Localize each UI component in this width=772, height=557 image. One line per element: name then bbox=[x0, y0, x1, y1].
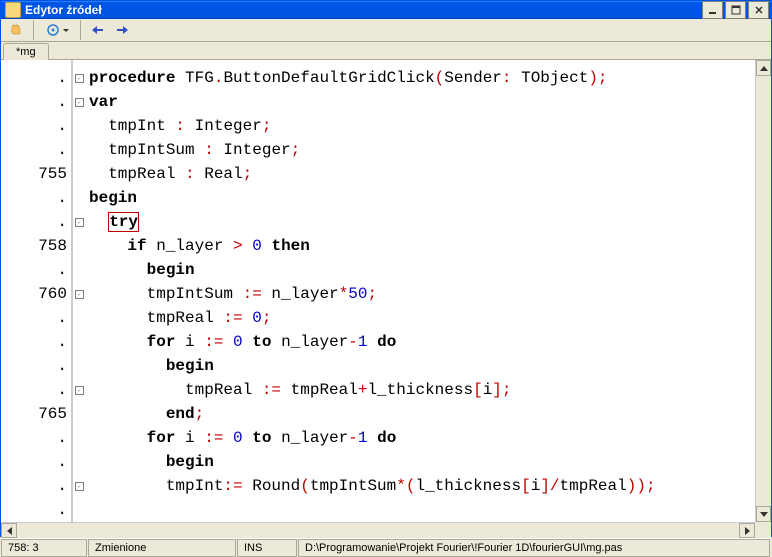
hand-tool-button[interactable] bbox=[5, 19, 27, 41]
code-area[interactable]: procedure TFG.ButtonDefaultGridClick(Sen… bbox=[85, 60, 755, 522]
window-title: Edytor źródeł bbox=[25, 3, 702, 17]
horizontal-scrollbar[interactable] bbox=[1, 522, 755, 538]
file-tab[interactable]: *mg bbox=[3, 43, 49, 60]
tab-bar: *mg bbox=[1, 42, 771, 60]
titlebar: Edytor źródeł bbox=[1, 1, 771, 19]
scroll-right-button[interactable] bbox=[739, 523, 755, 538]
minimize-button[interactable] bbox=[702, 1, 723, 19]
cursor-position: 758: 3 bbox=[1, 539, 87, 557]
toolbar bbox=[1, 19, 771, 42]
insert-mode: INS bbox=[237, 539, 297, 557]
statusbar: 758: 3 Zmienione INS D:\Programowanie\Pr… bbox=[1, 538, 771, 557]
scroll-left-button[interactable] bbox=[1, 523, 17, 538]
maximize-button[interactable] bbox=[725, 1, 746, 19]
bookmark-dropdown-button[interactable] bbox=[40, 19, 74, 41]
line-number-gutter: ....755..758.760....765.... bbox=[1, 60, 73, 522]
scroll-corner bbox=[755, 522, 771, 538]
toolbar-separator bbox=[33, 20, 34, 40]
modified-state: Zmienione bbox=[88, 539, 236, 557]
vertical-scrollbar[interactable] bbox=[755, 60, 771, 522]
file-path: D:\Programowanie\Projekt Fourier\!Fourie… bbox=[298, 539, 770, 557]
nav-back-button[interactable] bbox=[87, 19, 109, 41]
toolbar-separator bbox=[80, 20, 81, 40]
app-icon bbox=[5, 2, 21, 18]
scroll-down-button[interactable] bbox=[756, 506, 771, 522]
nav-forward-button[interactable] bbox=[111, 19, 133, 41]
close-button[interactable] bbox=[748, 1, 769, 19]
scroll-up-button[interactable] bbox=[756, 60, 771, 76]
fold-gutter[interactable]: ------ bbox=[73, 60, 85, 522]
